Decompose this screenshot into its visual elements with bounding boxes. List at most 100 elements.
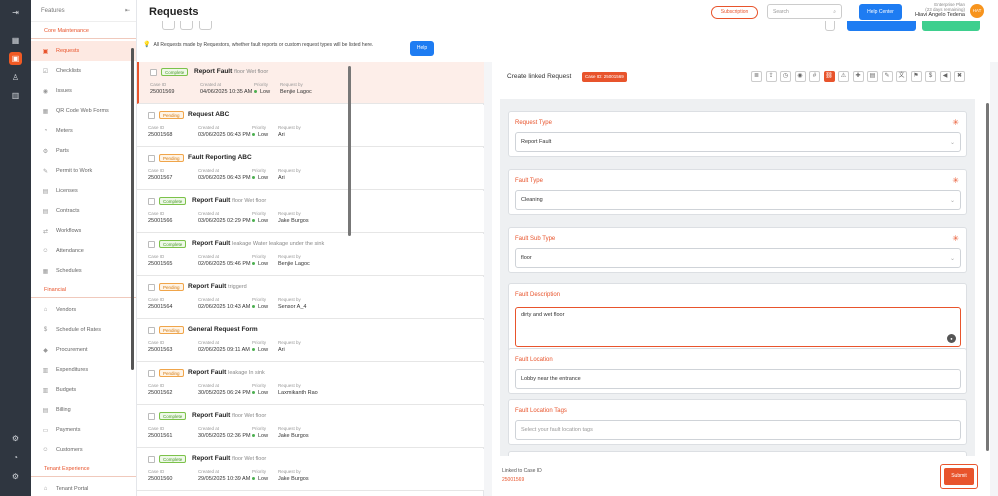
- dollar-icon[interactable]: $: [925, 71, 936, 82]
- expand-icon[interactable]: ⇥: [9, 6, 22, 19]
- pencil-icon[interactable]: ✎: [881, 71, 893, 82]
- sidebar-item-billing[interactable]: ▤ Billing: [31, 400, 136, 420]
- translate-icon[interactable]: 文: [896, 71, 907, 82]
- prev-page-button[interactable]: [162, 21, 175, 30]
- request-card[interactable]: Pending Report Fault leakage In sink Cas…: [137, 363, 484, 405]
- link-icon[interactable]: ⛓: [823, 71, 835, 82]
- sidebar-item-payments[interactable]: ▭ Payments: [31, 420, 136, 440]
- parts-icon: ⚙: [42, 148, 49, 155]
- attendance-icon: ☺: [42, 248, 49, 254]
- submit-button[interactable]: Submit: [944, 468, 974, 485]
- linked-value[interactable]: 25001569: [502, 477, 524, 483]
- created-label: Created at: [198, 426, 220, 431]
- help-center-button[interactable]: Help Center: [859, 4, 902, 20]
- sidebar-item-meters[interactable]: ◔ Meters: [31, 121, 136, 141]
- sidebar-item-licenses[interactable]: ▤ Licenses: [31, 181, 136, 201]
- sidebar-item-procurement[interactable]: ◆ Procurement: [31, 340, 136, 360]
- select-checkbox[interactable]: [148, 284, 155, 291]
- sidebar-item-label: Budgets: [56, 387, 77, 393]
- speaker-icon[interactable]: ◀: [939, 71, 951, 82]
- hash-icon[interactable]: #: [809, 71, 820, 82]
- puzzle-icon[interactable]: ✚: [852, 71, 864, 82]
- form-scrollbar[interactable]: [986, 103, 989, 451]
- microphone-icon[interactable]: ●: [947, 334, 956, 343]
- upload-icon[interactable]: ⇪: [765, 71, 777, 82]
- sidebar-item-attendance[interactable]: ☺ Attendance: [31, 241, 136, 261]
- request-type-select[interactable]: Report Fault ⌄: [515, 132, 961, 152]
- search-input[interactable]: Search ⌕: [767, 4, 842, 19]
- fault-location-value: Lobby near the entrance: [521, 376, 581, 382]
- top-action-button[interactable]: [825, 21, 835, 31]
- select-checkbox[interactable]: [148, 112, 155, 119]
- sidebar-item-tenant-portal[interactable]: ⌂ Tenant Portal: [31, 479, 136, 496]
- request-card[interactable]: Complete Report Fault floor Wet floor Ca…: [137, 62, 484, 104]
- sidebar-item-customers[interactable]: ☺ Customers: [31, 440, 136, 460]
- request-card[interactable]: Complete Report Fault floor Wet floor Ca…: [137, 406, 484, 448]
- help-icon[interactable]: ◔: [9, 451, 22, 464]
- settings-icon[interactable]: ⚙: [9, 432, 22, 445]
- priority-label: Priority: [252, 426, 267, 431]
- sidebar-item-contracts[interactable]: ▤ Contracts: [31, 201, 136, 221]
- request-card[interactable]: Complete Report Fault floor Wet floor Ca…: [137, 191, 484, 233]
- requested-label: Request by: [278, 211, 301, 216]
- sidebar-item-qr-code-web-forms[interactable]: ▦ QR Code Web Forms: [31, 101, 136, 121]
- request-card[interactable]: Pending Fault Reporting ABC Case ID 2500…: [137, 148, 484, 190]
- request-card[interactable]: Complete Report Fault leakage Water leak…: [137, 234, 484, 276]
- sidebar-item-schedule-of-rates[interactable]: $ Schedule of Rates: [31, 320, 136, 340]
- request-card[interactable]: Pending Report Fault triggerd Case ID 25…: [137, 277, 484, 319]
- clock-icon[interactable]: ◷: [780, 71, 791, 82]
- sidebar-item-workflows[interactable]: ⇄ Workflows: [31, 221, 136, 241]
- fault-location-tags-input[interactable]: Select your fault location tags: [515, 420, 961, 440]
- fault-description-input[interactable]: dirty and wet floor ●: [515, 307, 961, 347]
- reports-icon[interactable]: ▥: [9, 89, 22, 102]
- select-checkbox[interactable]: [148, 198, 155, 205]
- select-checkbox[interactable]: [148, 456, 155, 463]
- more-button[interactable]: [199, 21, 212, 30]
- sidebar-item-vendors[interactable]: ⌂ Vendors: [31, 300, 136, 320]
- sidebar-item-issues[interactable]: ◉ Issues: [31, 81, 136, 101]
- trash-icon[interactable]: ✖: [954, 71, 965, 82]
- sidebar-item-budgets[interactable]: ▥ Budgets: [31, 380, 136, 400]
- sidebar-item-permit-to-work[interactable]: ✎ Permit to Work: [31, 161, 136, 181]
- select-checkbox[interactable]: [148, 241, 155, 248]
- warning-icon[interactable]: ⚠: [838, 71, 849, 82]
- collapse-icon[interactable]: ⇤: [125, 7, 130, 14]
- select-checkbox[interactable]: [148, 155, 155, 162]
- sidebar-item-parts[interactable]: ⚙ Parts: [31, 141, 136, 161]
- fault-type-select[interactable]: Cleaning ⌄: [515, 190, 961, 210]
- gear-icon[interactable]: ⚙: [9, 470, 22, 483]
- select-checkbox[interactable]: [150, 69, 157, 76]
- sidebar-item-checklists[interactable]: ☑ Checklists: [31, 61, 136, 81]
- avatar[interactable]: HAT: [970, 4, 984, 18]
- request-card[interactable]: Pending General Request Form Case ID 250…: [137, 320, 484, 362]
- list-scrollbar[interactable]: [348, 66, 351, 236]
- help-button[interactable]: Help: [410, 41, 434, 56]
- select-checkbox[interactable]: [148, 327, 155, 334]
- sidebar-item-schedules[interactable]: ▦ Schedules: [31, 261, 136, 281]
- flag-icon[interactable]: ⚑: [910, 71, 922, 82]
- request-card[interactable]: Pending Request ABC Case ID 25001568 Cre…: [137, 105, 484, 147]
- sidebar-scrollbar[interactable]: [131, 48, 134, 370]
- qr-icon: ▦: [42, 108, 49, 115]
- subscription-button[interactable]: Subscription: [711, 6, 758, 19]
- printer-icon[interactable]: ▤: [867, 71, 878, 82]
- fault-location-input[interactable]: Lobby near the entrance: [515, 369, 961, 389]
- export-button[interactable]: [922, 21, 980, 31]
- select-checkbox[interactable]: [148, 413, 155, 420]
- priority-value: Low: [252, 132, 268, 138]
- new-request-button[interactable]: [847, 21, 916, 31]
- next-page-button[interactable]: [180, 21, 193, 30]
- sidebar-item-requests[interactable]: ▣ Requests: [31, 41, 136, 61]
- hierarchy-icon[interactable]: ♙: [9, 71, 22, 84]
- select-checkbox[interactable]: [148, 370, 155, 377]
- case-id-label: Case ID: [150, 82, 167, 87]
- sidebar-item-expenditures[interactable]: ▥ Expenditures: [31, 360, 136, 380]
- notes-icon[interactable]: ≣: [751, 71, 762, 82]
- request-title-text: General Request Form: [188, 326, 258, 333]
- vendor-icon: ⌂: [43, 307, 48, 313]
- alert-icon[interactable]: ◉: [794, 71, 806, 82]
- dashboard-icon[interactable]: ▦: [9, 34, 22, 47]
- requests-icon[interactable]: ▣: [9, 52, 22, 65]
- request-card[interactable]: Complete Report Fault floor Wet floor Ca…: [137, 449, 484, 491]
- fault-sub-type-select[interactable]: floor ⌄: [515, 248, 961, 268]
